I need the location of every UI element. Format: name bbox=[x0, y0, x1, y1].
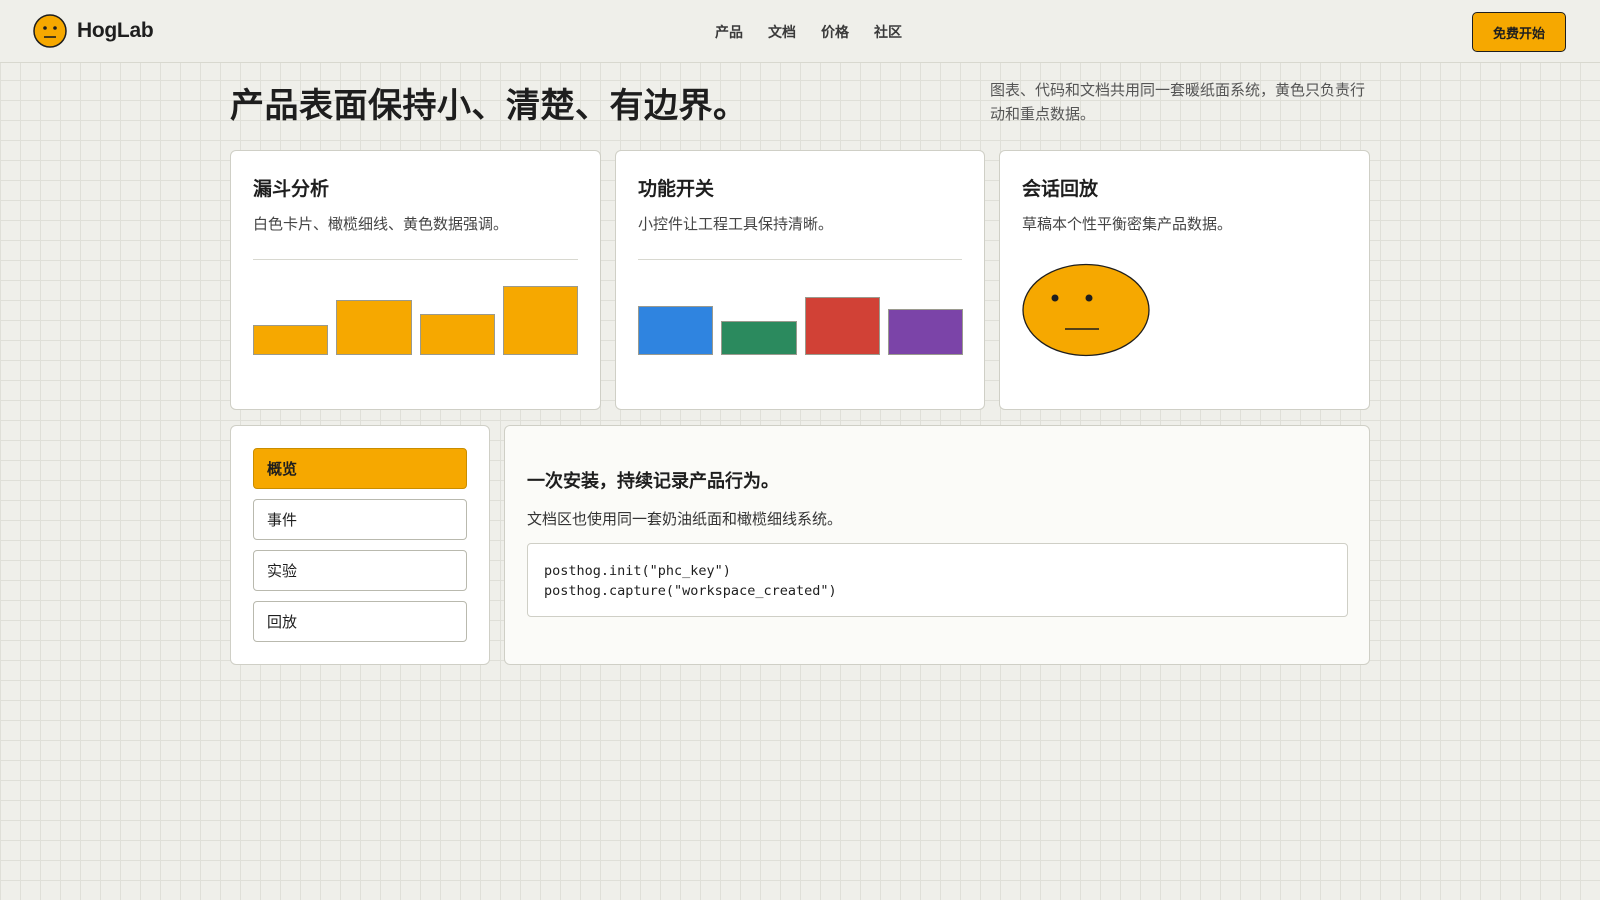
docs-panel: 一次安装，持续记录产品行为。 文档区也使用同一套奶油纸面和橄榄细线系统。 pos… bbox=[504, 425, 1370, 665]
card-subtitle: 小控件让工程工具保持清晰。 bbox=[638, 215, 834, 233]
get-started-button[interactable]: 免费开始 bbox=[1472, 12, 1566, 52]
chart-bar bbox=[721, 321, 797, 355]
chart-bar bbox=[336, 299, 412, 355]
nav-item-community[interactable]: 社区 bbox=[874, 22, 902, 42]
sidebar-item-events[interactable]: 事件 bbox=[253, 499, 467, 540]
card-title: 会话回放 bbox=[1022, 178, 1099, 200]
sidebar-menu: 概览 事件 实验 回放 bbox=[230, 425, 490, 665]
card-session-replay[interactable]: 会话回放 草稿本个性平衡密集产品数据。 bbox=[999, 150, 1370, 410]
nav-item-product[interactable]: 产品 bbox=[715, 22, 743, 42]
flags-bar-chart bbox=[638, 276, 963, 355]
code-line: posthog.capture("workspace_created") bbox=[544, 583, 837, 599]
chart-bar bbox=[419, 313, 495, 355]
card-title: 漏斗分析 bbox=[253, 178, 330, 200]
neutral-face-blob-icon bbox=[1022, 263, 1150, 357]
chart-bar bbox=[804, 296, 880, 355]
card-subtitle: 白色卡片、橄榄细线、黄色数据强调。 bbox=[253, 215, 509, 233]
funnel-bar-chart bbox=[253, 276, 578, 355]
chart-bar bbox=[502, 285, 578, 355]
top-header: HogLab 产品 文档 价格 社区 免费开始 bbox=[0, 0, 1600, 63]
divider bbox=[253, 259, 578, 260]
chart-bar bbox=[253, 325, 329, 355]
page-headline: 产品表面保持小、清楚、有边界。 bbox=[230, 86, 748, 126]
sidebar-item-overview[interactable]: 概览 bbox=[253, 448, 467, 489]
brand-name: HogLab bbox=[77, 19, 154, 42]
chart-bar bbox=[887, 308, 963, 355]
nav-item-pricing[interactable]: 价格 bbox=[821, 22, 849, 42]
card-funnel[interactable]: 漏斗分析 白色卡片、橄榄细线、黄色数据强调。 bbox=[230, 150, 601, 410]
docs-subtitle: 文档区也使用同一套奶油纸面和橄榄细线系统。 bbox=[527, 510, 843, 528]
card-feature-flags[interactable]: 功能开关 小控件让工程工具保持清晰。 bbox=[615, 150, 985, 410]
sidebar-item-replay[interactable]: 回放 bbox=[253, 601, 467, 642]
neutral-face-icon bbox=[33, 14, 67, 48]
chart-bar bbox=[638, 305, 714, 355]
card-subtitle: 草稿本个性平衡密集产品数据。 bbox=[1022, 215, 1233, 233]
docs-title: 一次安装，持续记录产品行为。 bbox=[527, 471, 779, 492]
code-block[interactable]: posthog.init("phc_key") posthog.capture(… bbox=[527, 543, 1348, 617]
page-tagline: 图表、代码和文档共用同一套暖纸面系统，黄色只负责行动和重点数据。 bbox=[990, 81, 1366, 123]
card-title: 功能开关 bbox=[638, 178, 715, 200]
nav-item-docs[interactable]: 文档 bbox=[768, 22, 796, 42]
sidebar-item-experiments[interactable]: 实验 bbox=[253, 550, 467, 591]
main-nav: 产品 文档 价格 社区 bbox=[715, 22, 902, 42]
code-line: posthog.init("phc_key") bbox=[544, 563, 731, 579]
divider bbox=[638, 259, 962, 260]
brand[interactable]: HogLab bbox=[33, 14, 154, 48]
